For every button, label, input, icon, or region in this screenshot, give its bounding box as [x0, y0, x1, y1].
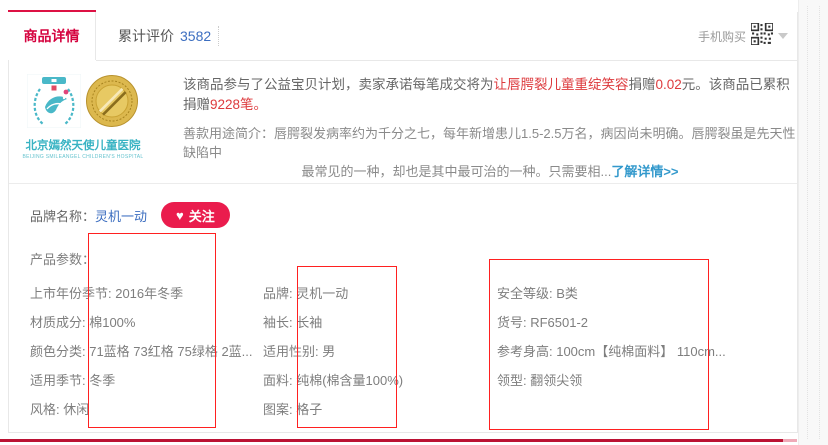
charity-red-cause: 让唇腭裂儿童重绽笑容	[494, 77, 629, 92]
product-detail-page: 商品详情 累计评价 3582 手机购买	[0, 0, 828, 445]
params-column-3: 安全等级: B类 货号: RF6501-2 参考身高: 100cm【纯棉面料】 …	[497, 279, 726, 395]
page-background-strip	[798, 0, 828, 445]
param-item: 参考身高: 100cm【纯棉面料】 110cm...	[497, 337, 726, 366]
tab-separator	[218, 26, 219, 46]
qr-code-icon[interactable]	[751, 23, 773, 50]
param-item: 领型: 翻领尖领	[497, 366, 726, 395]
chevron-down-icon[interactable]	[778, 33, 788, 39]
param-item: 面料: 纯棉(棉含量100%)	[263, 366, 403, 395]
param-item: 适用性别: 男	[263, 337, 403, 366]
follow-button[interactable]: ♥ 关注	[161, 202, 230, 228]
params-column-2: 品牌: 灵机一动 袖长: 长袖 适用性别: 男 面料: 纯棉(棉含量100%) …	[263, 279, 403, 424]
param-item: 材质成分: 棉100%	[30, 308, 253, 337]
param-item: 风格: 休闲	[30, 395, 253, 424]
tabbar-bottom-border	[96, 60, 797, 61]
charity-donation-count: 9228笔。	[210, 97, 267, 112]
mobile-buy-dropdown[interactable]: 手机购买	[698, 12, 788, 60]
brand-label: 品牌名称：	[30, 206, 95, 225]
hospital-name-en: BEIJING SMILEANGEL CHILDREN'S HOSPITAL	[20, 154, 146, 160]
background-dotline	[807, 6, 808, 439]
follow-button-label: 关注	[189, 206, 215, 225]
charity-logos: 北京嫣然天使儿童医院 BEIJING SMILEANGEL CHILDREN'S…	[20, 74, 146, 160]
heart-icon: ♥	[176, 209, 184, 222]
brand-row: 品牌名称： 灵机一动 ♥ 关注	[30, 201, 230, 229]
hospital-logo-icon	[27, 74, 81, 133]
param-item: 图案: 格子	[263, 395, 403, 424]
section-divider	[9, 183, 797, 184]
charity-fund-intro-line1: 善款用途简介：唇腭裂发病率约为千分之七，每年新增患儿1.5-2.5万名，病因尚未…	[183, 124, 797, 162]
tab-reviews-label: 累计评价	[118, 28, 174, 44]
param-item: 袖长: 长袖	[263, 308, 403, 337]
param-item: 安全等级: B类	[497, 279, 726, 308]
tab-product-detail[interactable]: 商品详情	[8, 12, 96, 60]
param-item: 货号: RF6501-2	[497, 308, 726, 337]
charity-fund-intro-line2: 最常见的一种，却也是其中最可治的一种。只需要相...	[301, 164, 611, 179]
param-item: 颜色分类: 71蓝格 73红格 75绿格 2蓝...	[30, 337, 253, 366]
charity-text-segment: 该商品参与了公益宝贝计划，卖家承诺每笔成交将为	[183, 77, 494, 92]
bottom-red-rule	[0, 439, 783, 442]
tab-reviews[interactable]: 累计评价 3582	[118, 12, 211, 60]
gold-medal-icon	[85, 74, 139, 133]
mobile-buy-label: 手机购买	[698, 28, 746, 45]
charity-paragraph-2: 善款用途简介：唇腭裂发病率约为千分之七，每年新增患儿1.5-2.5万名，病因尚未…	[183, 124, 797, 181]
param-item: 适用季节: 冬季	[30, 366, 253, 395]
params-column-1: 上市年份季节: 2016年冬季 材质成分: 棉100% 颜色分类: 71蓝格 7…	[30, 279, 253, 424]
params-title: 产品参数：	[30, 249, 95, 268]
charity-donation-amount: 0.02	[656, 77, 682, 92]
charity-paragraph-1: 该商品参与了公益宝贝计划，卖家承诺每笔成交将为让唇腭裂儿童重绽笑容捐赠0.02元…	[183, 75, 797, 115]
param-item: 上市年份季节: 2016年冬季	[30, 279, 253, 308]
brand-name-link[interactable]: 灵机一动	[95, 206, 147, 225]
charity-notice: 该商品参与了公益宝贝计划，卖家承诺每笔成交将为让唇腭裂儿童重绽笑容捐赠0.02元…	[183, 75, 797, 181]
bottom-red-rule-tail	[783, 439, 797, 442]
reviews-count: 3582	[180, 28, 211, 44]
hospital-name: 北京嫣然天使儿童医院	[20, 137, 146, 153]
learn-more-link[interactable]: 了解详情>>	[611, 164, 678, 179]
charity-text-segment: 捐赠	[629, 77, 656, 92]
param-item: 品牌: 灵机一动	[263, 279, 403, 308]
background-dotline	[819, 6, 820, 439]
